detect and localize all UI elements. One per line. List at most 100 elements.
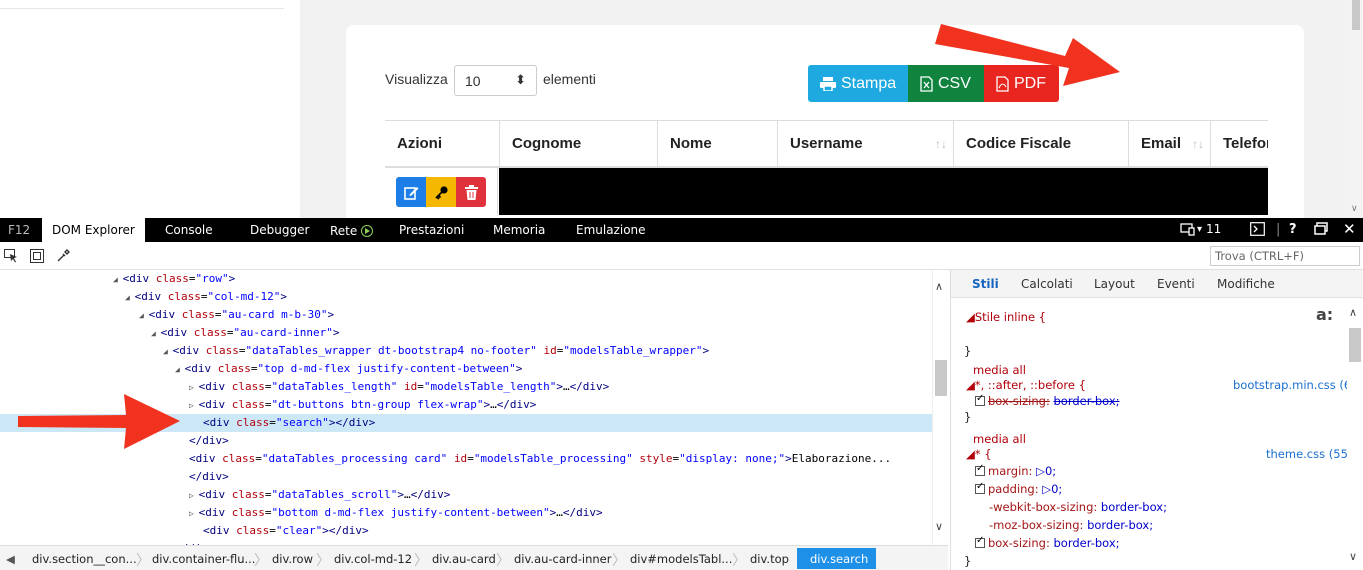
length-select[interactable]: 10 ⬍: [454, 65, 537, 96]
chevron-down-icon[interactable]: ▾: [1197, 224, 1202, 235]
length-select-value: 10: [465, 73, 481, 89]
help-icon[interactable]: ?: [1289, 222, 1297, 237]
tab-emulazione[interactable]: Emulazione: [576, 223, 646, 237]
column-header-telefono[interactable]: Telefor: [1211, 121, 1268, 167]
source-link[interactable]: bootstrap.min.css (6): [1233, 378, 1356, 392]
dom-node[interactable]: </div>: [0, 468, 932, 486]
tab-debugger[interactable]: Debugger: [250, 223, 309, 237]
key-icon: [434, 185, 448, 200]
select-caret-icon: ⬍: [515, 72, 526, 87]
column-header-email[interactable]: Email ↑↓: [1129, 121, 1211, 167]
chevron-down-icon[interactable]: ∨: [1351, 203, 1358, 214]
find-input[interactable]: Trova (CTRL+F): [1210, 246, 1360, 266]
chevron-down-icon[interactable]: ∨: [1349, 550, 1357, 563]
red-arrow-annotation: [935, 24, 1120, 86]
dom-node[interactable]: ▷ <div class="dataTables_scroll">…</div>: [0, 486, 932, 504]
web-page-viewport: Visualizza 10 ⬍ elementi Stampa CSV PDF …: [0, 0, 1363, 218]
length-label-after: elementi: [543, 71, 596, 87]
breadcrumb-item[interactable]: div#modelsTabl...: [630, 552, 732, 566]
breadcrumb-item[interactable]: div.au-card-inner: [514, 552, 611, 566]
chevron-up-icon[interactable]: ∧: [1349, 306, 1357, 319]
breadcrumb-item[interactable]: div.au-card: [432, 552, 496, 566]
breadcrumb-item[interactable]: div.container-flu...: [152, 552, 255, 566]
dom-scrollbar[interactable]: ∧ ∨: [932, 270, 948, 545]
chevron-left-icon[interactable]: ◀: [6, 552, 15, 566]
font-toggle-icon[interactable]: a:: [1316, 305, 1333, 324]
style-property[interactable]: box-sizing: border-box;: [975, 535, 1120, 550]
console-toggle-icon[interactable]: [1250, 222, 1265, 240]
screen: Visualizza 10 ⬍ elementi Stampa CSV PDF …: [0, 0, 1363, 570]
styles-tab-bar: Stili Calcolati Layout Eventi Modifiche: [951, 270, 1363, 298]
breadcrumb-item[interactable]: div.section__con...: [32, 552, 137, 566]
dom-node[interactable]: <div class="clear"></div>: [0, 522, 932, 540]
tab-dom-explorer[interactable]: DOM Explorer: [42, 218, 145, 242]
dom-node[interactable]: ◢ <div class="dataTables_wrapper dt-boot…: [0, 342, 932, 360]
page-scrollbar[interactable]: ∨: [1349, 0, 1363, 218]
dom-node[interactable]: ◢ <div class="top d-md-flex justify-cont…: [0, 360, 932, 378]
tab-console[interactable]: Console: [165, 223, 213, 237]
chevron-up-icon[interactable]: ∧: [935, 280, 943, 293]
dom-node[interactable]: ◢ <div class="au-card-inner">: [0, 324, 932, 342]
devtools-toolbar: Trova (CTRL+F): [0, 242, 1363, 270]
dom-node[interactable]: ▷ <div class="bottom d-md-flex justify-c…: [0, 504, 932, 522]
dom-node[interactable]: ◢ <div class="col-md-12">: [0, 288, 932, 306]
key-button[interactable]: [426, 177, 456, 207]
color-picker-icon[interactable]: [56, 249, 70, 263]
red-arrow-annotation: [18, 394, 180, 449]
edit-button[interactable]: [396, 177, 426, 207]
checkbox[interactable]: [975, 393, 985, 406]
select-element-icon[interactable]: [4, 249, 18, 263]
styles-scrollbar[interactable]: ∧ ∨: [1347, 298, 1363, 570]
tab-modifiche[interactable]: Modifiche: [1217, 277, 1275, 291]
breadcrumb-item[interactable]: div.col-md-12: [334, 552, 412, 566]
rule-selector[interactable]: ◢*, ::after, ::before {: [966, 378, 1086, 392]
checkbox[interactable]: [975, 463, 985, 476]
tab-calcolati[interactable]: Calcolati: [1021, 277, 1073, 291]
screens-icon[interactable]: [1180, 222, 1196, 240]
column-header-username[interactable]: Username ↑↓: [778, 121, 954, 167]
column-header-nome[interactable]: Nome: [658, 121, 778, 167]
breadcrumb-item[interactable]: div.top: [750, 552, 789, 566]
checkbox[interactable]: [975, 535, 985, 548]
left-sidebar: [0, 0, 300, 218]
column-header-codice-fiscale[interactable]: Codice Fiscale: [954, 121, 1129, 167]
print-button[interactable]: Stampa: [808, 65, 908, 102]
style-property[interactable]: box-sizing: border-box;: [975, 393, 1120, 408]
delete-button[interactable]: [456, 177, 486, 207]
tab-prestazioni[interactable]: Prestazioni: [399, 223, 464, 237]
tab-memoria[interactable]: Memoria: [493, 223, 545, 237]
style-property[interactable]: -moz-box-sizing: border-box;: [989, 518, 1153, 532]
style-property[interactable]: margin: ▷0;: [975, 463, 1056, 478]
column-header-azioni[interactable]: Azioni: [385, 121, 500, 167]
table-row-actions: [385, 168, 498, 216]
style-property[interactable]: -webkit-box-sizing: border-box;: [989, 500, 1167, 514]
tab-eventi[interactable]: Eventi: [1157, 277, 1195, 291]
breadcrumb-item[interactable]: div.row: [272, 552, 313, 566]
column-header-cognome[interactable]: Cognome: [500, 121, 658, 167]
devtools-panel: F12 DOM Explorer Console Debugger Rete P…: [0, 218, 1363, 570]
excel-file-icon: [920, 75, 933, 92]
devtools-tab-bar: F12 DOM Explorer Console Debugger Rete P…: [0, 218, 1363, 242]
dom-node[interactable]: ◢ <div class="row">: [0, 270, 932, 288]
edit-icon: [403, 186, 418, 200]
close-icon[interactable]: ✕: [1343, 220, 1356, 238]
source-link[interactable]: theme.css (55): [1266, 447, 1352, 461]
style-property[interactable]: padding: ▷0;: [975, 481, 1062, 496]
rule-selector[interactable]: ◢* {: [966, 447, 992, 461]
f12-label: F12: [8, 223, 31, 237]
inline-style-rule[interactable]: ◢Stile inline {: [966, 310, 1046, 324]
chevron-down-icon[interactable]: ∨: [935, 520, 943, 533]
tab-layout[interactable]: Layout: [1094, 277, 1135, 291]
dom-node[interactable]: <div class="dataTables_processing card" …: [0, 450, 932, 468]
dom-node[interactable]: ◢ <div class="au-card m-b-30">: [0, 306, 932, 324]
highlight-element-icon[interactable]: [30, 249, 44, 263]
close-brace: }: [964, 554, 972, 568]
tab-stili[interactable]: Stili: [972, 277, 999, 291]
breadcrumb: ◀ div.section__con... 〉 div.container-fl…: [0, 545, 948, 570]
tab-rete[interactable]: Rete: [330, 223, 374, 238]
length-label-before: Visualizza: [385, 71, 448, 87]
undock-icon[interactable]: [1314, 222, 1328, 239]
breadcrumb-item-active[interactable]: div.search: [797, 548, 877, 569]
checkbox[interactable]: [975, 481, 985, 494]
screens-count: 11: [1206, 222, 1222, 236]
